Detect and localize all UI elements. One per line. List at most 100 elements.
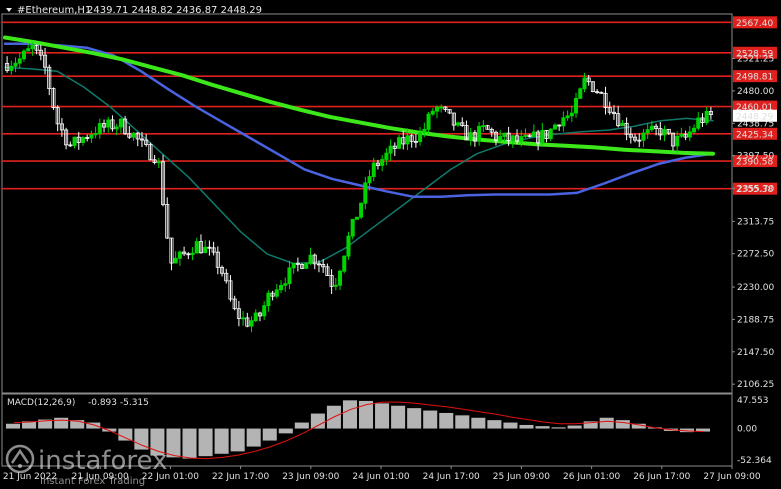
macd-histogram-bar xyxy=(262,428,277,441)
time-tick-label: 22 Jun 17:00 xyxy=(212,472,269,482)
candle-body xyxy=(283,283,288,286)
macd-histogram-bar xyxy=(391,405,406,429)
watermark-tagline: Instant Forex Trading xyxy=(40,476,145,487)
candle-body xyxy=(477,125,482,142)
candle-body xyxy=(540,130,545,144)
candle-body xyxy=(253,312,258,322)
candle-body xyxy=(350,218,355,237)
candle-body xyxy=(354,216,359,220)
candle-body xyxy=(279,284,284,291)
candle-body xyxy=(291,262,296,269)
macd-histogram-bar xyxy=(214,428,229,454)
candle-body xyxy=(523,134,528,137)
candle-body xyxy=(456,122,461,126)
candle-body xyxy=(384,152,389,160)
candle-body xyxy=(131,132,136,138)
macd-histogram-bar xyxy=(519,424,534,429)
time-tick-label: 26 Jun 01:00 xyxy=(563,472,620,482)
macd-histogram-bar xyxy=(471,417,486,429)
candle-body xyxy=(620,122,625,127)
candle-body xyxy=(359,202,364,218)
candle-body xyxy=(106,119,111,128)
macd-histogram-bar xyxy=(182,428,197,459)
candle-body xyxy=(696,117,701,129)
macd-histogram-bar xyxy=(118,428,133,441)
level-label: 2425.34 xyxy=(736,130,773,140)
price-tick-label: 2355.70 xyxy=(737,184,774,194)
candle-body xyxy=(519,136,524,142)
macd-histogram-bar xyxy=(599,417,614,429)
candle-body xyxy=(569,112,574,117)
candle-body xyxy=(405,135,410,145)
candle-body xyxy=(173,257,178,264)
macd-histogram-bar xyxy=(375,403,390,429)
candle-body xyxy=(194,241,199,254)
candle-body xyxy=(582,77,587,90)
candle-body xyxy=(203,246,208,254)
candle-body xyxy=(502,132,507,137)
level-label: 2567.40 xyxy=(736,19,773,29)
candle-body xyxy=(434,106,439,112)
candle-body xyxy=(552,124,557,130)
macd-histogram-bar xyxy=(439,412,454,429)
macd-histogram-bar xyxy=(455,415,470,429)
macd-histogram-bar xyxy=(230,428,245,452)
candle-body xyxy=(266,292,271,307)
candle-body xyxy=(561,117,566,127)
candle-body xyxy=(692,127,697,133)
time-tick-label: 23 Jun 09:00 xyxy=(282,472,339,482)
candle-body xyxy=(498,136,503,141)
chart-symbol: #Ethereum,H1 xyxy=(17,5,91,16)
candle-body xyxy=(114,126,119,130)
candle-body xyxy=(641,132,646,141)
macd-tick-label: 47.553 xyxy=(737,396,769,406)
candle-body xyxy=(422,129,427,134)
time-tick-label: 26 Jun 17:00 xyxy=(633,472,690,482)
chart-background xyxy=(0,0,781,489)
candle-body xyxy=(367,176,372,184)
trading-chart: 2567.402528.592498.812460.012425.342390.… xyxy=(0,0,781,489)
candle-body xyxy=(333,284,338,287)
candle-body xyxy=(662,128,667,136)
candle-body xyxy=(97,123,102,135)
candle-body xyxy=(481,125,486,128)
candle-body xyxy=(649,125,654,131)
candle-body xyxy=(190,252,195,256)
price-tick-label: 2147.50 xyxy=(737,348,774,358)
candle-body xyxy=(430,110,435,115)
candle-body xyxy=(346,235,351,257)
macd-histogram-bar xyxy=(615,420,630,429)
candle-body xyxy=(93,133,98,136)
candle-body xyxy=(72,136,77,146)
candle-body xyxy=(338,270,343,286)
candle-body xyxy=(177,251,182,259)
candle-body xyxy=(578,88,583,99)
candle-body xyxy=(645,129,650,134)
time-tick-label: 25 Jun 09:00 xyxy=(493,472,550,482)
candle-body xyxy=(371,162,376,178)
candle-body xyxy=(80,137,85,143)
candle-body xyxy=(21,50,26,60)
price-tick-label: 2272.50 xyxy=(737,250,774,260)
macd-histogram-bar xyxy=(551,427,566,429)
candle-body xyxy=(26,48,31,52)
macd-histogram-bar xyxy=(535,426,550,429)
macd-values: -0.893 -5.315 xyxy=(88,398,149,408)
candle-body xyxy=(89,134,94,139)
candle-body xyxy=(118,118,123,128)
macd-histogram-bar xyxy=(6,423,21,429)
candle-body xyxy=(363,182,368,204)
macd-histogram-bar xyxy=(342,400,357,429)
macd-histogram-bar xyxy=(487,420,502,429)
candle-body xyxy=(30,44,35,50)
price-tick-label: 2188.75 xyxy=(737,315,774,325)
candle-body xyxy=(531,131,536,137)
macd-histogram-bar xyxy=(198,428,213,457)
candle-body xyxy=(287,267,292,285)
watermark-brand: instaforex xyxy=(38,446,167,476)
level-label: 2498.81 xyxy=(736,73,773,83)
macd-histogram-bar xyxy=(407,408,422,429)
price-tick-label: 2397.50 xyxy=(737,152,774,162)
candle-body xyxy=(388,145,393,154)
candle-body xyxy=(13,62,18,67)
